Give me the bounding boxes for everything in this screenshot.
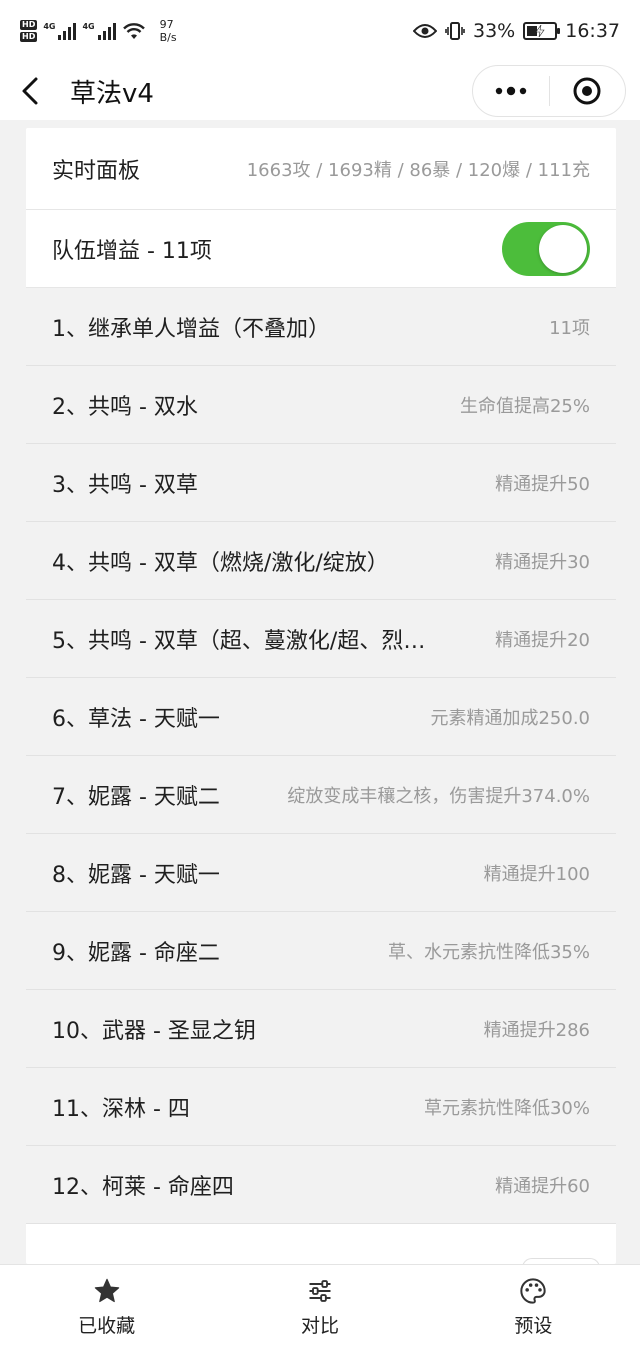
panel-stats: 1663攻 / 1693精 / 86暴 / 120爆 / 111充: [246, 159, 590, 181]
item-value: 元素精通加成250.0: [430, 707, 590, 729]
star-icon: [94, 1278, 119, 1302]
network-type-2: 4G: [82, 22, 95, 31]
battery-percent: 33%: [473, 20, 516, 42]
item-label: 7、妮露 - 天赋二: [52, 784, 220, 810]
list-item[interactable]: 11、深林 - 四 草元素抗性降低30%: [26, 1068, 616, 1146]
item-label: 6、草法 - 天赋一: [52, 706, 220, 732]
nav-bar: 草法v4: [0, 62, 640, 120]
item-label: 1、继承单人增益（不叠加）: [52, 316, 330, 342]
item-label: 10、武器 - 圣显之钥: [52, 1018, 256, 1044]
list-item[interactable]: 5、共鸣 - 双草（超、蔓激化/超、烈… 精通提升20: [26, 600, 616, 678]
team-buff-toggle[interactable]: [502, 221, 590, 276]
item-value: 精通提升60: [495, 1175, 590, 1197]
battery-icon: [523, 22, 561, 40]
item-value: 精通提升20: [495, 629, 590, 651]
target-icon: [573, 77, 601, 105]
item-label: 11、深林 - 四: [52, 1096, 190, 1122]
list-item[interactable]: 4、共鸣 - 双草（燃烧/激化/绽放） 精通提升30: [26, 522, 616, 600]
item-value: 精通提升50: [495, 473, 590, 495]
clock: 16:37: [565, 20, 620, 42]
mini-program-capsule: [472, 65, 626, 117]
item-label: 8、妮露 - 天赋一: [52, 862, 220, 888]
more-dots-icon: [495, 86, 526, 96]
list-item[interactable]: 10、武器 - 圣显之钥 精通提升286: [26, 990, 616, 1068]
bottom-tab-bar: 已收藏 对比 预设: [0, 1264, 640, 1349]
item-label: 4、共鸣 - 双草（燃烧/激化/绽放）: [52, 550, 389, 576]
item-value: 11项: [549, 317, 590, 339]
more-button[interactable]: [473, 66, 549, 116]
buff-list: 1、继承单人增益（不叠加） 11项 2、共鸣 - 双水 生命值提高25% 3、共…: [26, 288, 616, 1224]
item-value: 绽放变成丰穰之核，伤害提升374.0%: [287, 785, 590, 807]
list-item[interactable]: 9、妮露 - 命座二 草、水元素抗性降低35%: [26, 912, 616, 990]
tab-label: 已收藏: [78, 1314, 136, 1337]
item-value: 草、水元素抗性降低35%: [387, 941, 590, 963]
team-buff-row: 队伍增益 - 11项: [26, 210, 616, 288]
speed-value: 97: [159, 18, 174, 31]
tab-compare[interactable]: 对比: [213, 1265, 426, 1349]
vibrate-icon: [445, 22, 465, 40]
back-button[interactable]: [0, 62, 60, 120]
item-label: 3、共鸣 - 双草: [52, 472, 198, 498]
buff-card: 实时面板 1663攻 / 1693精 / 86暴 / 120爆 / 111充 队…: [26, 128, 616, 1264]
item-value: 草元素抗性降低30%: [423, 1097, 590, 1119]
back-arrow-icon: [22, 77, 38, 105]
item-value: 精通提升100: [483, 863, 590, 885]
eye-icon: [413, 24, 437, 38]
hd-icon: HD HD: [20, 20, 38, 42]
status-right: 33% 16:37: [413, 20, 620, 42]
sliders-icon: [309, 1279, 331, 1302]
realtime-panel-row[interactable]: 实时面板 1663攻 / 1693精 / 86暴 / 120爆 / 111充: [26, 128, 616, 210]
status-bar: HD HD 4G 4G 97 B/s 33% 16:37: [0, 0, 640, 62]
close-mini-program-button[interactable]: [550, 66, 626, 116]
item-value: 生命值提高25%: [459, 395, 590, 417]
panel-label: 实时面板: [52, 158, 141, 184]
speed-unit: B/s: [159, 31, 177, 44]
page-title: 草法v4: [70, 78, 154, 109]
item-label: 12、柯莱 - 命座四: [52, 1174, 234, 1200]
list-item[interactable]: 2、共鸣 - 双水 生命值提高25%: [26, 366, 616, 444]
tab-presets[interactable]: 预设: [427, 1265, 640, 1349]
list-item[interactable]: 7、妮露 - 天赋二 绽放变成丰穰之核，伤害提升374.0%: [26, 756, 616, 834]
hd-label-1: HD: [20, 20, 38, 30]
network-speed: 97 B/s: [160, 18, 177, 44]
hd-label-2: HD: [20, 32, 38, 42]
team-buff-label: 队伍增益 - 11项: [52, 238, 212, 264]
palette-icon: [520, 1277, 546, 1304]
item-label: 2、共鸣 - 双水: [52, 394, 198, 420]
list-item[interactable]: 12、柯莱 - 命座四 精通提升60: [26, 1146, 616, 1224]
item-value: 精通提升30: [495, 551, 590, 573]
wifi-icon: [122, 23, 145, 39]
tab-label: 预设: [514, 1314, 553, 1337]
status-left: HD HD 4G 4G 97 B/s: [20, 18, 177, 44]
list-item[interactable]: 6、草法 - 天赋一 元素精通加成250.0: [26, 678, 616, 756]
signal-icon: 4G: [43, 22, 77, 40]
network-type-1: 4G: [43, 22, 56, 31]
tab-label: 对比: [300, 1314, 339, 1337]
item-label: 5、共鸣 - 双草（超、蔓激化/超、烈…: [52, 628, 426, 654]
list-item[interactable]: 1、继承单人增益（不叠加） 11项: [26, 288, 616, 366]
list-item[interactable]: 3、共鸣 - 双草 精通提升50: [26, 444, 616, 522]
toggle-knob: [539, 224, 587, 273]
signal-icon: 4G: [82, 22, 116, 40]
item-label: 9、妮露 - 命座二: [52, 940, 220, 966]
list-item[interactable]: 8、妮露 - 天赋一 精通提升100: [26, 834, 616, 912]
tab-favorites[interactable]: 已收藏: [0, 1265, 213, 1349]
item-value: 精通提升286: [483, 1019, 590, 1041]
